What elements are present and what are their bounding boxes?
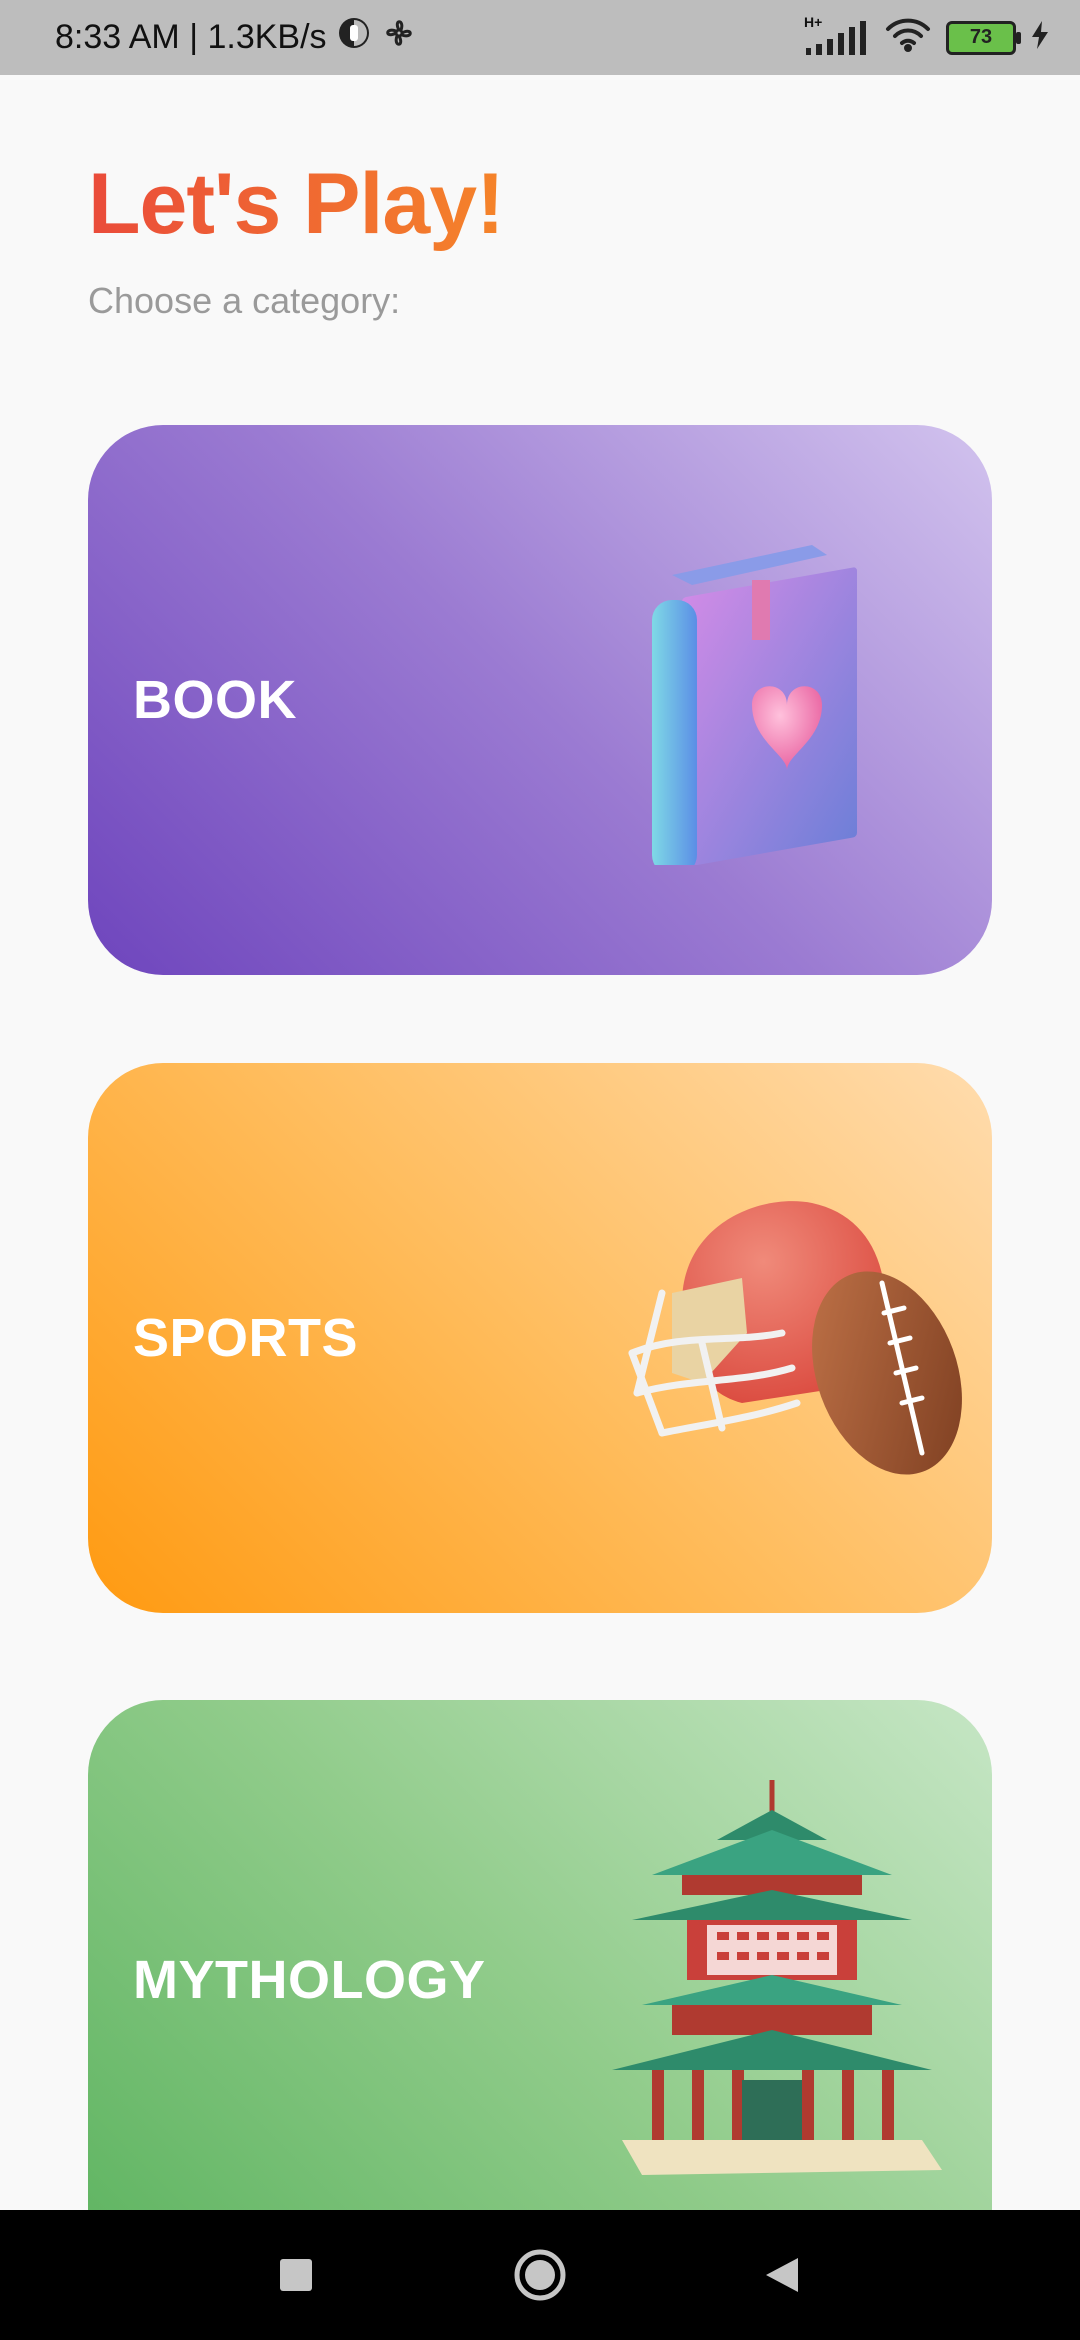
battery-icon: 73: [946, 20, 1021, 55]
back-button[interactable]: [752, 2245, 812, 2305]
category-label: SPORTS: [133, 1308, 359, 1368]
home-button[interactable]: [510, 2245, 570, 2305]
charging-icon: [1030, 20, 1050, 55]
system-nav-bar: [0, 2210, 1080, 2340]
status-left: 8:33 AM | 1.3KB/s: [55, 0, 417, 75]
signal-icon: H+: [800, 14, 870, 58]
category-card-book[interactable]: BOOK: [88, 425, 992, 975]
category-label: MYTHOLOGY: [133, 1950, 486, 2010]
time-speed-text: 8:33 AM | 1.3KB/s: [55, 18, 327, 56]
wifi-icon: [884, 17, 932, 58]
football-helmet-icon: [622, 1183, 962, 1503]
status-bar: 8:33 AM | 1.3KB/s H+ 73: [0, 0, 1080, 75]
fan-icon: [381, 15, 417, 60]
battery-level-text: 73: [969, 26, 993, 48]
pagoda-icon: [612, 1780, 942, 2180]
book-heart-icon: [612, 545, 912, 875]
recents-button[interactable]: [266, 2245, 326, 2305]
page-subtitle: Choose a category:: [88, 280, 401, 321]
page-title: Let's Play!: [88, 156, 505, 252]
category-label: BOOK: [133, 670, 297, 730]
status-right: H+ 73: [800, 0, 1050, 75]
data-saver-icon: [337, 16, 371, 59]
circle-icon: [514, 2249, 566, 2301]
category-card-sports[interactable]: SPORTS: [88, 1063, 992, 1613]
square-icon: [280, 2259, 312, 2291]
back-triangle-icon: [766, 2258, 798, 2292]
